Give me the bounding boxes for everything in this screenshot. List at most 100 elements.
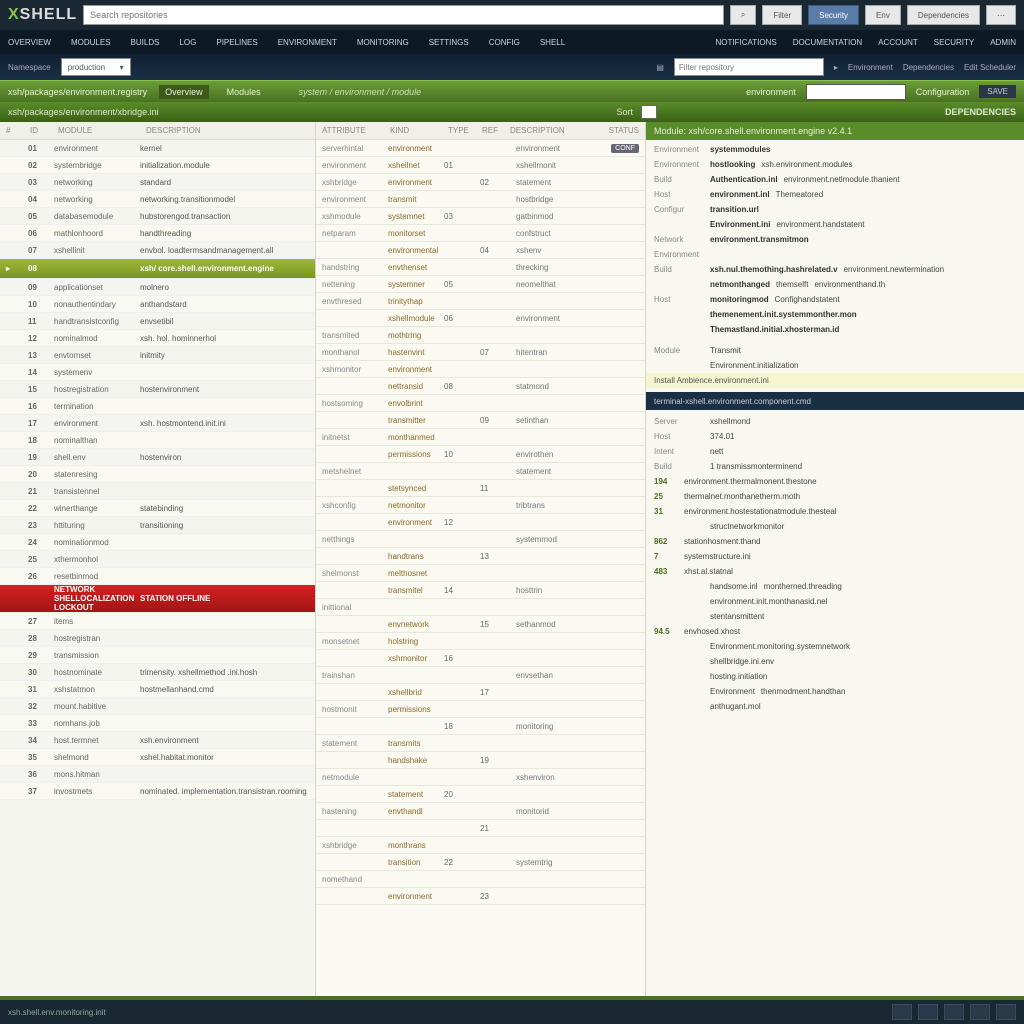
attr-row[interactable]: transition22systemtrig [316, 854, 645, 871]
module-row[interactable]: 20statenresing [0, 466, 315, 483]
sublink-1[interactable]: Dependencies [903, 63, 954, 72]
nav-item[interactable]: Shell [540, 38, 565, 47]
attr-row[interactable]: environment23 [316, 888, 645, 905]
attr-row[interactable]: environmental04xshenv [316, 242, 645, 259]
attr-row[interactable]: netthingssystemmod [316, 531, 645, 548]
footer-icon[interactable] [944, 1004, 964, 1020]
nav-item[interactable]: Security [934, 38, 974, 47]
attr-row[interactable]: hostsomingenvolbrint [316, 395, 645, 412]
footer-icon[interactable] [970, 1004, 990, 1020]
gb-r-0[interactable]: environment [746, 87, 796, 97]
module-row[interactable]: 06mathlonhoordhandthreading [0, 225, 315, 242]
search-input[interactable] [83, 5, 724, 25]
tab-0[interactable]: Overview [159, 85, 209, 99]
footer-icon[interactable] [892, 1004, 912, 1020]
gb-r-1[interactable]: Configuration [916, 87, 970, 97]
attr-row[interactable]: xshellbrid17 [316, 684, 645, 701]
module-row[interactable]: 29transmission [0, 647, 315, 664]
filter-submit[interactable]: ▸ [834, 63, 838, 72]
module-row[interactable]: ▸08xsh/ core.shell.environment.engine [0, 259, 315, 279]
nav-item[interactable]: Overview [8, 38, 51, 47]
attr-row[interactable]: envnetwork15sethanmod [316, 616, 645, 633]
attr-row[interactable]: transmitel14hosttrin [316, 582, 645, 599]
nav-item[interactable]: Account [878, 38, 918, 47]
module-row[interactable]: 11handtransistconfigenvsetibil [0, 313, 315, 330]
search-glyph-button[interactable]: ⌕ [730, 5, 756, 25]
attr-row[interactable]: hasteningenvthandlmonitorid [316, 803, 645, 820]
module-row[interactable]: 07xshellinitenvbol. loadtermsandmanageme… [0, 242, 315, 259]
module-row[interactable]: 27items [0, 613, 315, 630]
module-row[interactable]: 22winerthangestatebinding [0, 500, 315, 517]
namespace-dropdown[interactable]: production▾ [61, 58, 131, 76]
attr-row[interactable]: nettransid08statmond [316, 378, 645, 395]
nav-item[interactable]: Builds [131, 38, 160, 47]
attr-row[interactable]: environmenttransmithostbridge [316, 191, 645, 208]
module-row[interactable]: 26resetbinmod [0, 568, 315, 585]
module-row[interactable]: 35shelmondxshel.habitat.monitor [0, 749, 315, 766]
module-row[interactable]: 33nomhans.job [0, 715, 315, 732]
module-row[interactable]: 18nominalthan [0, 432, 315, 449]
module-row[interactable]: 36mons.hitman [0, 766, 315, 783]
greenbar-search[interactable] [806, 84, 906, 100]
nav-item[interactable]: Log [179, 38, 196, 47]
attr-row[interactable]: environment12 [316, 514, 645, 531]
attr-row[interactable]: handstringenvthensetthrecking [316, 259, 645, 276]
attr-row[interactable]: 18monitoring [316, 718, 645, 735]
nav-item[interactable]: Notifications [716, 38, 777, 47]
module-row[interactable]: 17environmentxsh. hostmontend.init.ini [0, 415, 315, 432]
module-row[interactable]: 34host.termnetxsh.environment [0, 732, 315, 749]
module-row[interactable]: 05databasemodulehubstorengod.transaction [0, 208, 315, 225]
filter-repo-input[interactable] [674, 58, 824, 76]
attr-row[interactable]: 21 [316, 820, 645, 837]
attr-row[interactable]: xshmodulesystemnet03gatbinmod [316, 208, 645, 225]
top-button-2[interactable]: Env [865, 5, 901, 25]
top-button-more[interactable]: ⋯ [986, 5, 1016, 25]
module-row[interactable]: 23httituringtransitioning [0, 517, 315, 534]
attr-row[interactable]: transmitter09setinthan [316, 412, 645, 429]
sublink-0[interactable]: Environment [848, 63, 893, 72]
attr-row[interactable]: initnetstmonthanmed [316, 429, 645, 446]
module-row[interactable]: NETWORK SHELLOCALIZATION LOCKOUTSTATION … [0, 585, 315, 613]
module-row[interactable]: 31xshstatmonhostmellanhand.cmd [0, 681, 315, 698]
module-row[interactable]: 16termination [0, 398, 315, 415]
module-row[interactable]: 13envtomsetinitmity [0, 347, 315, 364]
attr-row[interactable]: handtrans13 [316, 548, 645, 565]
module-row[interactable]: 32mount.habitive [0, 698, 315, 715]
attr-row[interactable]: trainshanenvsethan [316, 667, 645, 684]
module-row[interactable]: 21transistennel [0, 483, 315, 500]
attr-row[interactable]: xshbridgeenvironment02statement [316, 174, 645, 191]
attr-row[interactable]: handshake19 [316, 752, 645, 769]
nav-item[interactable]: Modules [71, 38, 111, 47]
top-button-3[interactable]: Dependencies [907, 5, 980, 25]
attr-row[interactable]: xshellmodule06environment [316, 310, 645, 327]
tab-1[interactable]: Modules [221, 85, 267, 99]
module-row[interactable]: 04networkingnetworking.transitionmodel [0, 191, 315, 208]
nav-item[interactable]: Admin [990, 38, 1016, 47]
module-row[interactable]: 14systemenv [0, 364, 315, 381]
attr-row[interactable]: xshbridgemonthrans [316, 837, 645, 854]
attr-row[interactable]: stetsynced11 [316, 480, 645, 497]
attr-row[interactable]: shelmonstmelthosnet [316, 565, 645, 582]
nav-item[interactable]: Environment [278, 38, 337, 47]
attr-row[interactable]: permissions10envirothen [316, 446, 645, 463]
footer-icon[interactable] [918, 1004, 938, 1020]
attr-row[interactable]: monthanolhastenvint07hitentran [316, 344, 645, 361]
module-row[interactable]: 09applicationsetmolnero [0, 279, 315, 296]
attr-row[interactable]: nomethand [316, 871, 645, 888]
module-row[interactable]: 25xthermonhol [0, 551, 315, 568]
module-row[interactable]: 15hostregistrationhostenvironment [0, 381, 315, 398]
module-row[interactable]: 30hostnominatetrimensity. xshellmethod .… [0, 664, 315, 681]
attr-row[interactable]: inittional [316, 599, 645, 616]
attr-row[interactable]: xshmonitor16 [316, 650, 645, 667]
attr-row[interactable]: hostmonitpermissions [316, 701, 645, 718]
module-row[interactable]: 12nominalmodxsh. hol. hominnerhol [0, 330, 315, 347]
nav-item[interactable]: Settings [429, 38, 469, 47]
nav-item[interactable]: Documentation [793, 38, 862, 47]
module-row[interactable]: 10nonauthentindaryanthandstard [0, 296, 315, 313]
save-button[interactable]: SAVE [979, 85, 1016, 98]
attr-row[interactable]: netmodulexshenviron [316, 769, 645, 786]
attr-row[interactable]: envthresedtrinitythap [316, 293, 645, 310]
module-row[interactable]: 37invostmetsnominated. implementation.tr… [0, 783, 315, 800]
sort-box[interactable] [641, 105, 657, 119]
attr-row[interactable]: netteningsystemner05neomelthat [316, 276, 645, 293]
